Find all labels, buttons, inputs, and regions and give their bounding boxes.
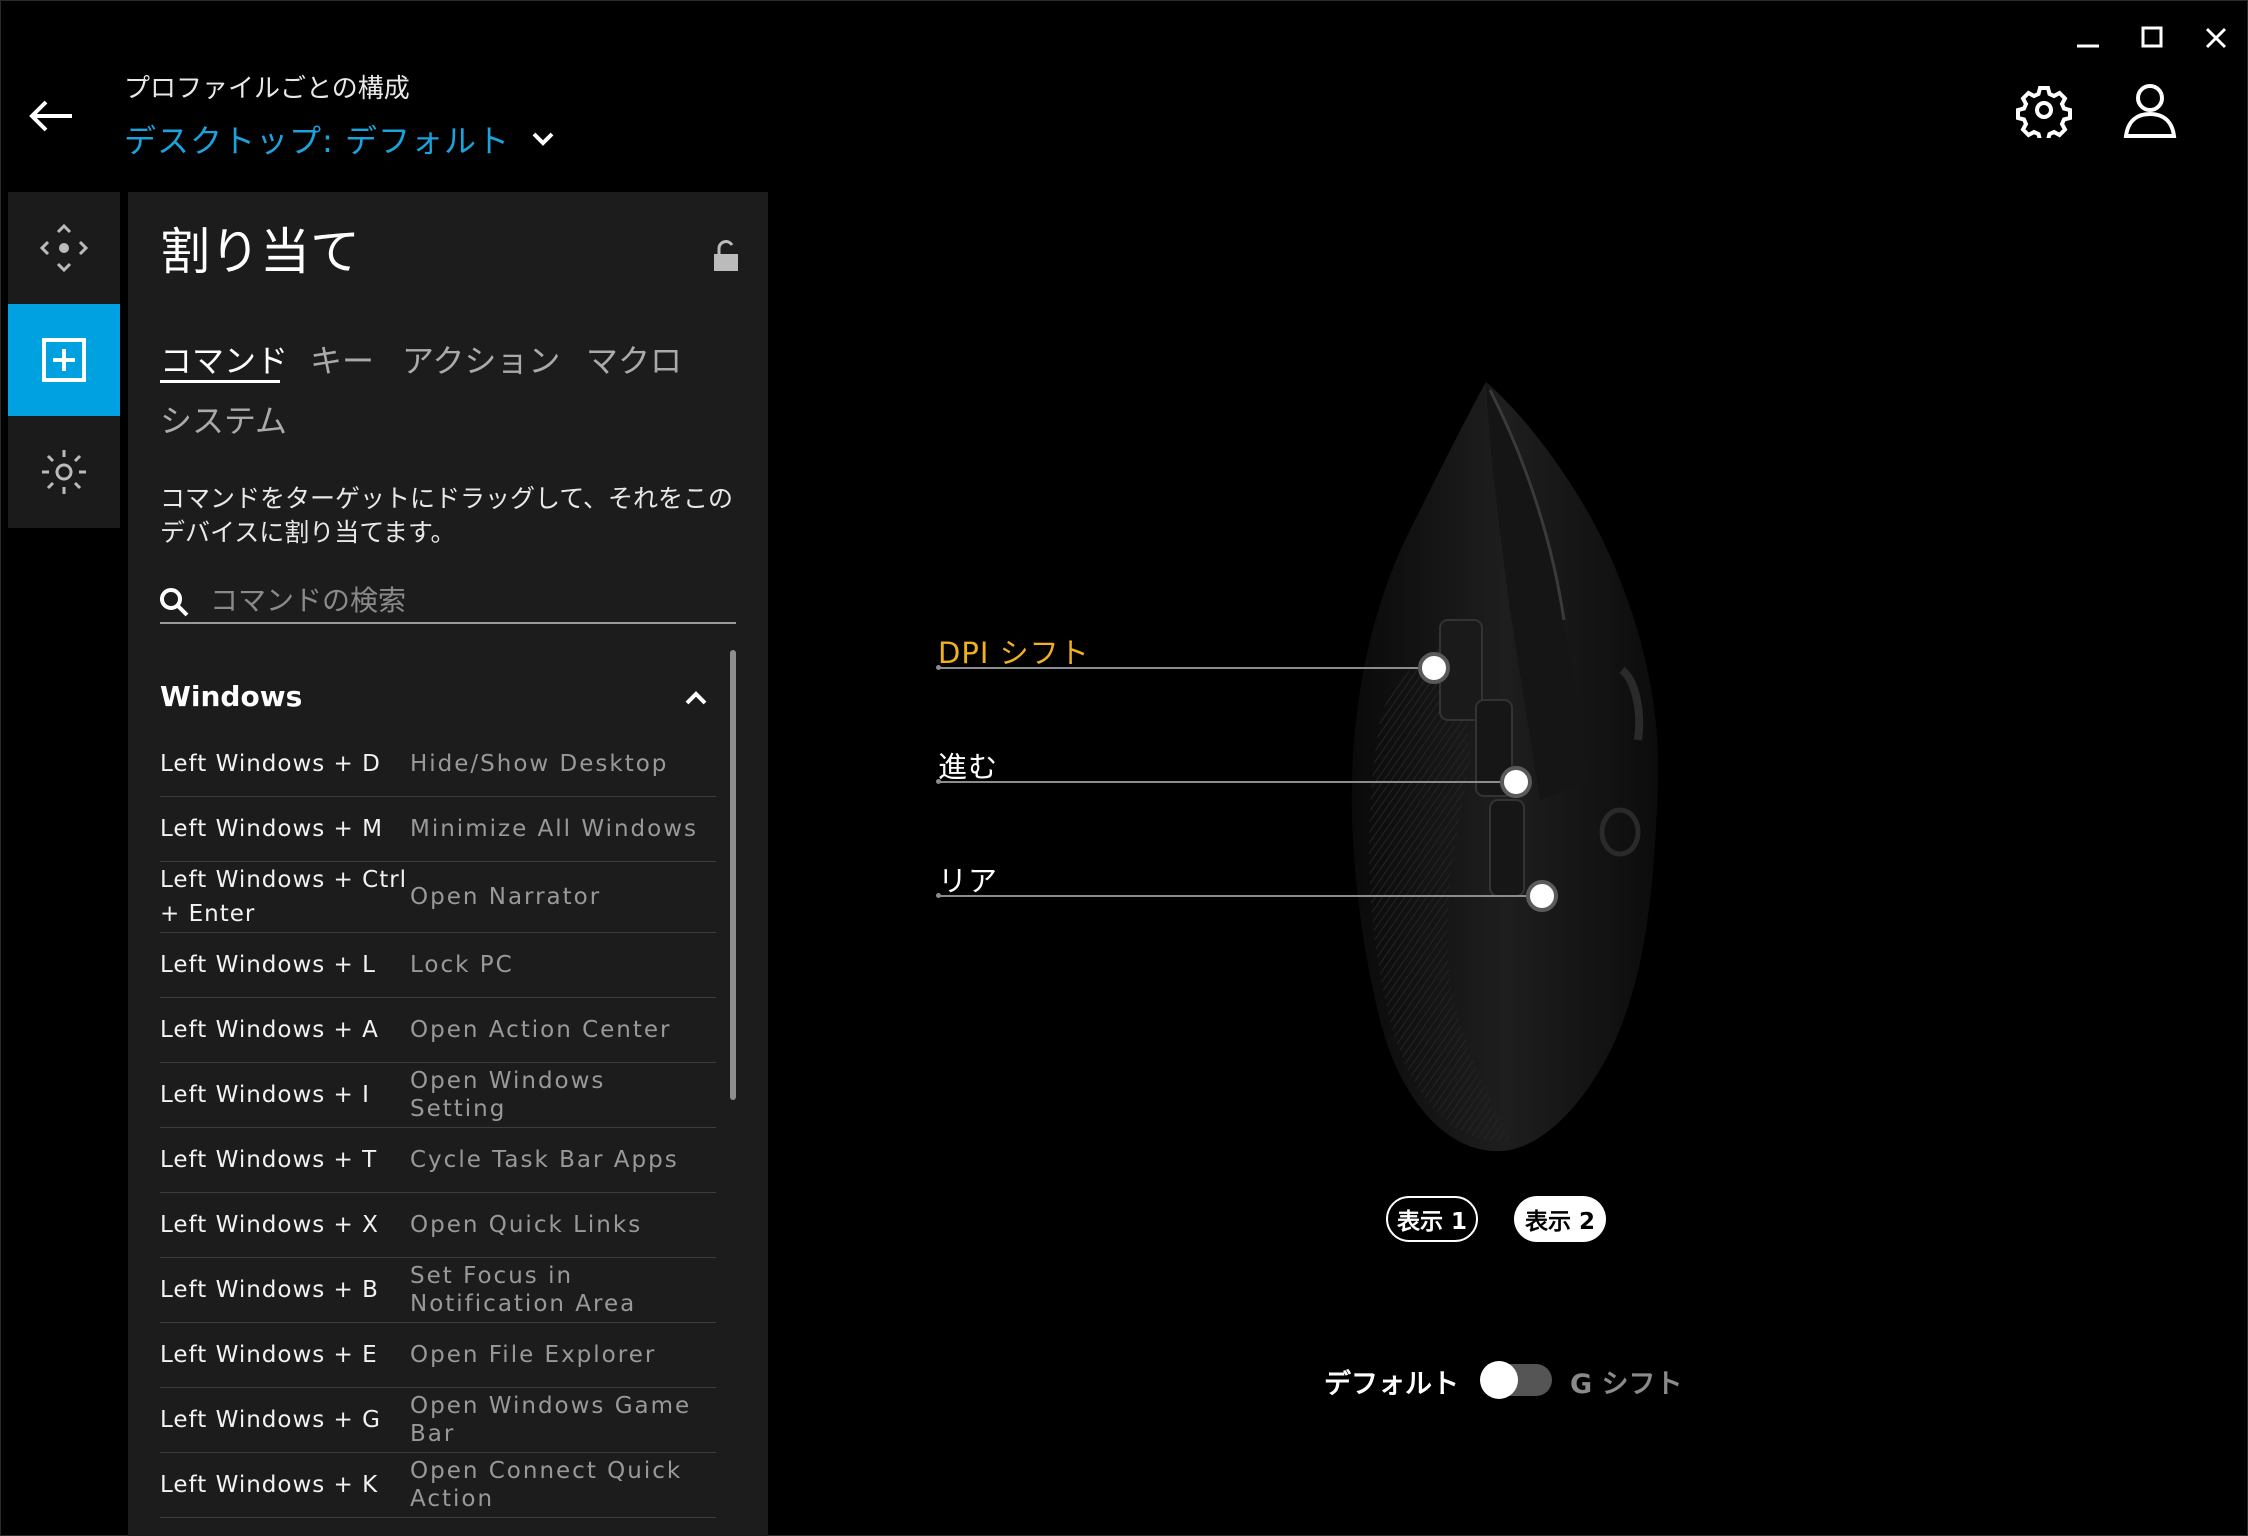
command-row[interactable]: Left Windows + K Open Connect Quick Acti… [160, 1453, 716, 1518]
rail-item-assignments[interactable] [8, 304, 120, 416]
command-action: Open Windows Game Bar [410, 1393, 692, 1447]
command-action: Lock PC [410, 952, 514, 978]
command-row[interactable]: Left Windows + G Open Windows Game Bar [160, 1388, 716, 1453]
gshift-toggle[interactable] [1480, 1361, 1552, 1399]
dpi-shift-label[interactable]: DPI シフト [938, 630, 1090, 672]
search-icon [160, 588, 189, 617]
tab-macros[interactable]: マクロ [586, 336, 682, 382]
command-row[interactable]: Left Windows + Ctrl + Enter Open Narrato… [160, 862, 716, 933]
profile-caption: プロファイルごとの構成 [124, 74, 410, 104]
maximize-icon [2141, 26, 2163, 48]
arrow-left-icon [29, 100, 72, 132]
profile-name: デスクトップ: デフォルト [124, 122, 510, 160]
add-square-icon [42, 338, 86, 382]
command-row[interactable]: Left Windows + M Minimize All Windows [160, 797, 716, 862]
command-action: Open Quick Links [410, 1212, 643, 1238]
command-action: Hide/Show Desktop [410, 751, 669, 777]
tab-keys[interactable]: キー [310, 336, 374, 382]
command-action: Cycle Task Bar Apps [410, 1147, 679, 1173]
default-mode-label: デフォルト [1324, 1369, 1459, 1400]
instructions-text: コマンドをターゲットにドラッグして、それをこのデバイスに割り当てます。 [160, 484, 734, 547]
unlock-icon[interactable] [712, 240, 740, 272]
command-key: Left Windows + A [160, 1017, 379, 1043]
command-list-scrollbar[interactable] [730, 650, 736, 1100]
view-2-button[interactable]: 表示 2 [1514, 1196, 1606, 1242]
close-button[interactable] [2196, 18, 2236, 58]
view-1-button[interactable]: 表示 1 [1386, 1196, 1478, 1242]
command-row[interactable]: Left Windows + X Open Quick Links [160, 1193, 716, 1258]
forward-label[interactable]: 進む [938, 744, 998, 786]
assignments-panel: 割り当て コマンド キー アクション マクロ システム コマンドをターゲットにド… [128, 192, 768, 1536]
toggle-knob [1480, 1361, 1518, 1399]
command-key: Left Windows + D [160, 751, 381, 777]
command-row[interactable]: Left Windows + E Open File Explorer [160, 1323, 716, 1388]
panel-title: 割り当て [160, 223, 360, 281]
callout-line [938, 895, 1542, 897]
minimize-icon [2077, 44, 2099, 48]
chevron-up-icon [685, 691, 707, 705]
gear-icon [2016, 86, 2072, 142]
tab-commands[interactable]: コマンド [160, 336, 288, 382]
command-row[interactable]: Left Windows + L Lock PC [160, 933, 716, 998]
gshift-mode-label: G シフト [1570, 1369, 1683, 1400]
back-button-dot[interactable] [1526, 880, 1558, 912]
minimize-button[interactable] [2068, 18, 2108, 58]
command-list: Left Windows + D Hide/Show Desktop Left … [160, 732, 716, 1518]
group-title: Windows [160, 680, 303, 713]
group-header-windows[interactable]: Windows [160, 672, 720, 720]
maximize-button[interactable] [2132, 18, 2172, 58]
back-label[interactable]: リア [938, 858, 998, 900]
command-key: Left Windows + Ctrl + Enter [160, 867, 408, 927]
mouse-device-image [1351, 382, 1659, 1152]
command-action: Open Windows Setting [410, 1068, 606, 1122]
command-action: Open Action Center [410, 1017, 672, 1043]
command-key: Left Windows + G [160, 1407, 381, 1433]
active-tab-underline [160, 380, 280, 383]
command-key: Left Windows + L [160, 952, 376, 978]
search-input[interactable] [210, 578, 730, 622]
side-rail [8, 192, 120, 528]
callout-line [938, 781, 1516, 783]
command-key: Left Windows + I [160, 1082, 370, 1108]
chevron-down-icon [532, 132, 554, 146]
dpi-shift-button-dot[interactable] [1418, 652, 1450, 684]
profile-selector[interactable]: デスクトップ: デフォルト [124, 116, 556, 162]
settings-button[interactable] [2016, 82, 2072, 142]
forward-button-dot[interactable] [1500, 766, 1532, 798]
command-key: Left Windows + B [160, 1277, 379, 1303]
command-row[interactable]: Left Windows + A Open Action Center [160, 998, 716, 1063]
command-action: Open Narrator [410, 884, 602, 910]
command-key: Left Windows + X [160, 1212, 379, 1238]
back-button[interactable] [24, 92, 80, 148]
rail-item-move[interactable] [8, 192, 120, 304]
user-icon [2123, 84, 2177, 138]
lighting-icon [42, 450, 86, 494]
command-row[interactable]: Left Windows + T Cycle Task Bar Apps [160, 1128, 716, 1193]
move-icon [39, 223, 89, 273]
command-key: Left Windows + K [160, 1472, 379, 1498]
command-key: Left Windows + M [160, 816, 383, 842]
tab-system[interactable]: システム [160, 396, 287, 442]
close-icon [2205, 27, 2227, 49]
command-action: Open Connect Quick Action [410, 1458, 683, 1512]
command-key: Left Windows + E [160, 1342, 378, 1368]
command-action: Set Focus in Notification Area [410, 1263, 637, 1317]
command-row[interactable]: Left Windows + B Set Focus in Notificati… [160, 1258, 716, 1323]
command-action: Minimize All Windows [410, 816, 699, 842]
account-button[interactable] [2122, 80, 2178, 140]
command-action: Open File Explorer [410, 1342, 657, 1368]
command-row[interactable]: Left Windows + I Open Windows Setting [160, 1063, 716, 1128]
search-underline [160, 622, 736, 624]
command-key: Left Windows + T [160, 1147, 378, 1173]
rail-item-lighting[interactable] [8, 416, 120, 528]
tab-actions[interactable]: アクション [402, 336, 560, 382]
command-row[interactable]: Left Windows + D Hide/Show Desktop [160, 732, 716, 797]
